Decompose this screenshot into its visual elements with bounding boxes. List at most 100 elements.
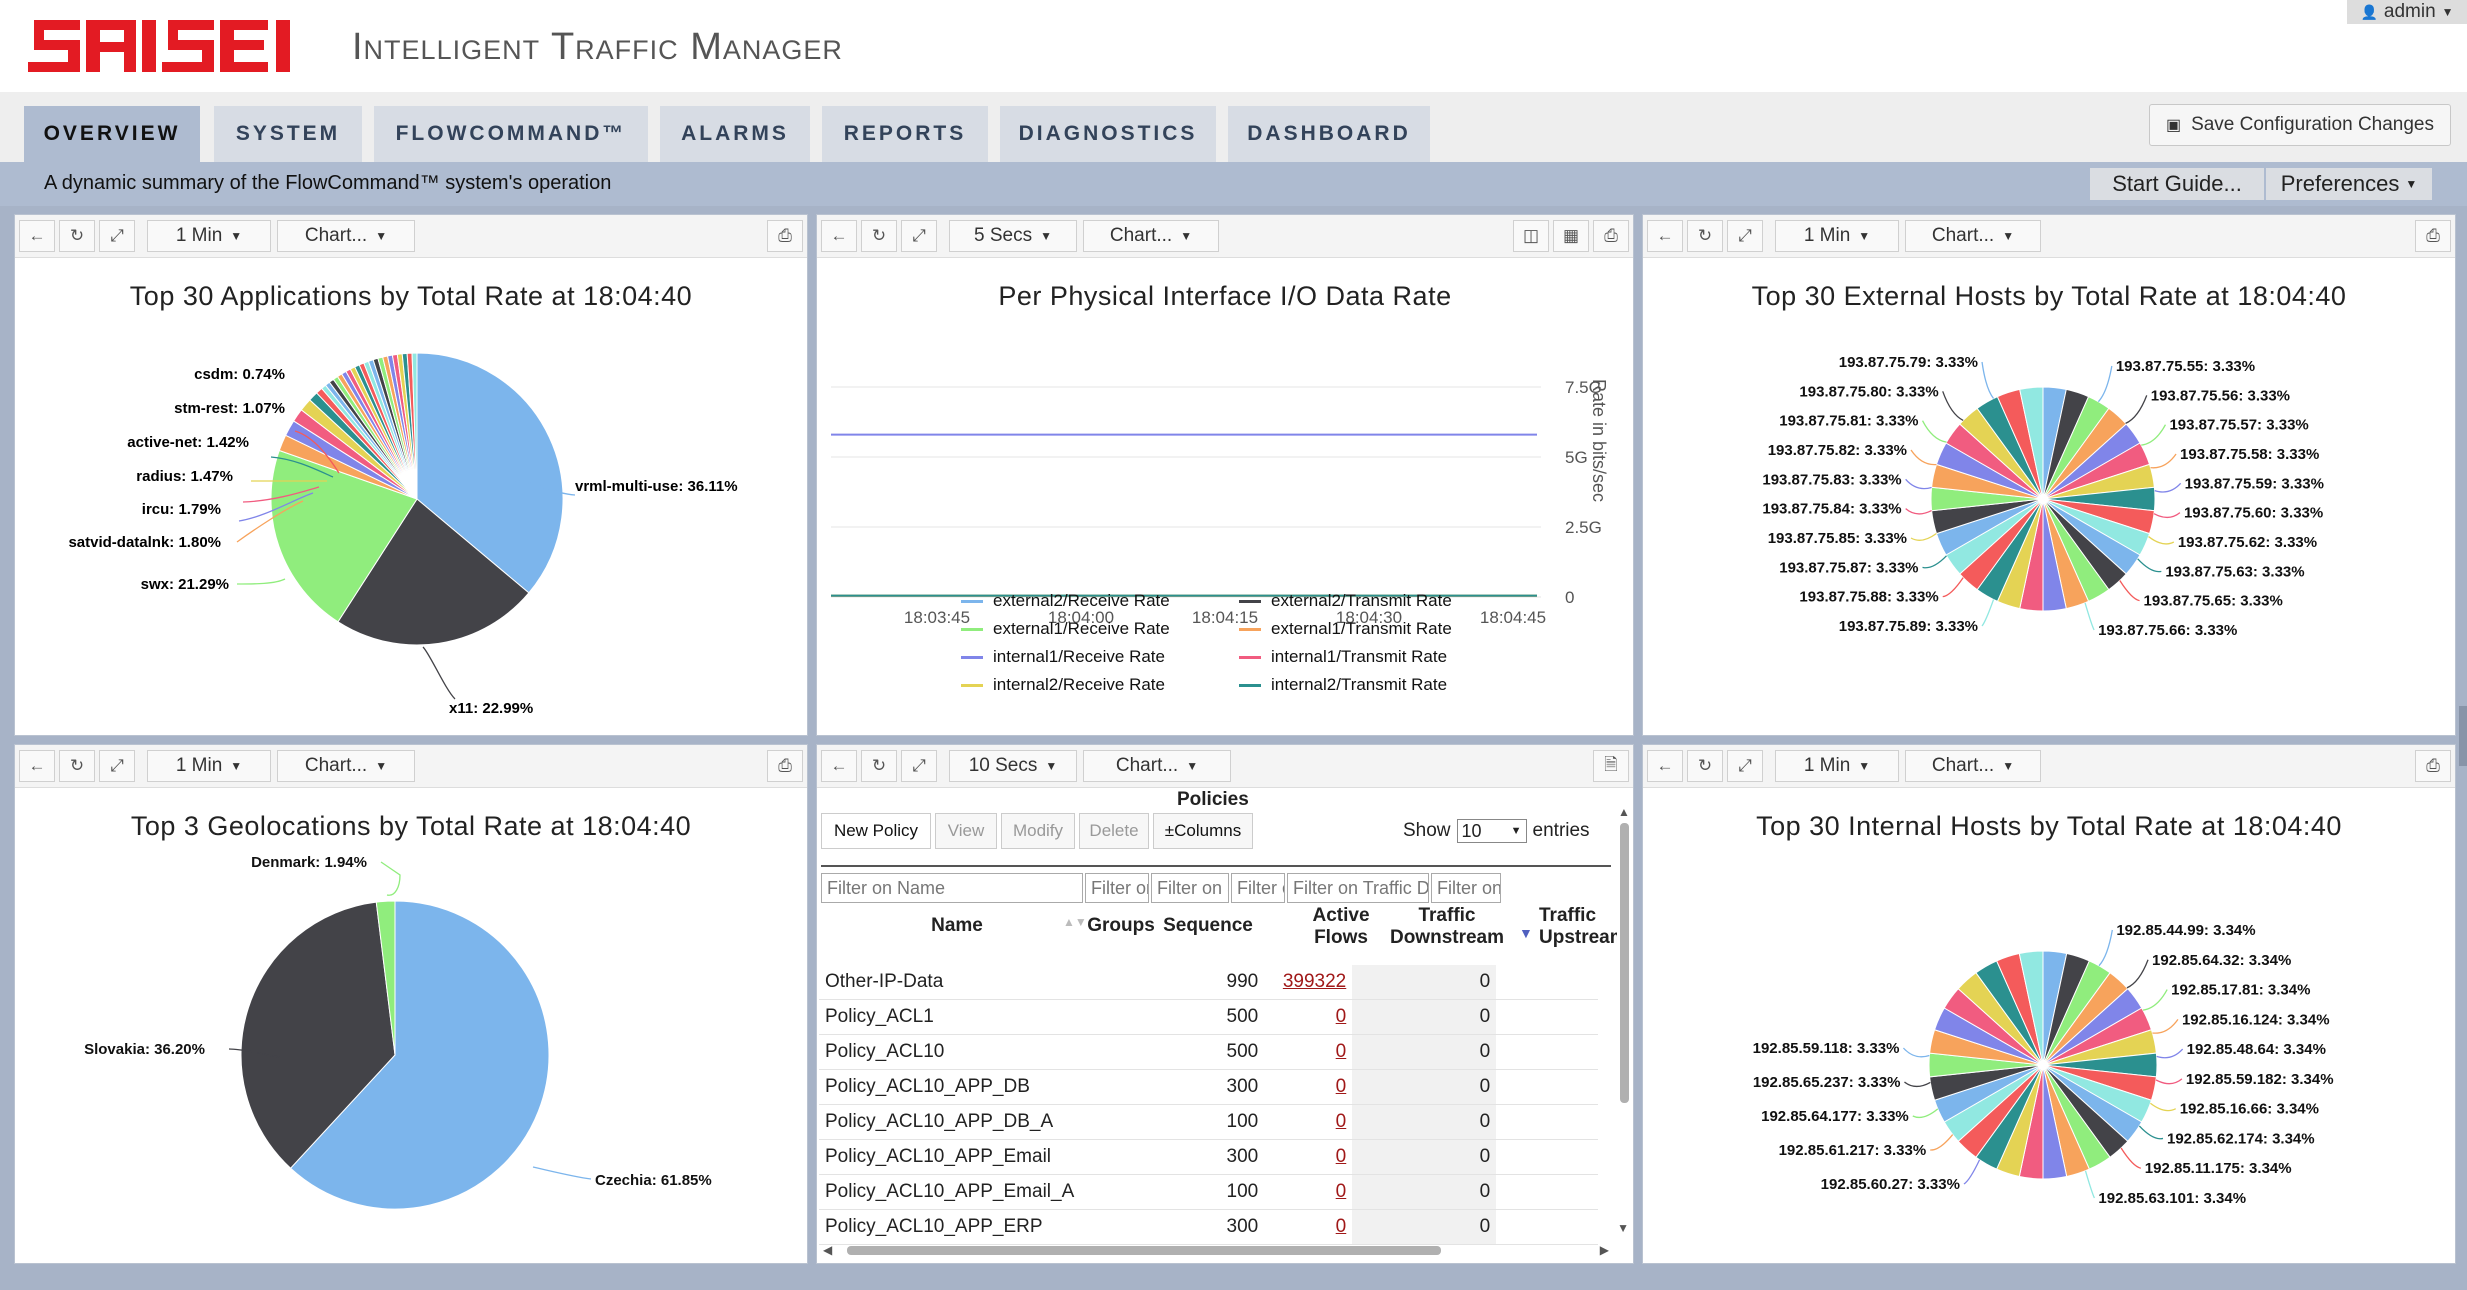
chart-type-dropdown[interactable]: Chart... ▼ xyxy=(1905,750,2041,782)
right-edge-handle[interactable] xyxy=(2459,706,2467,766)
table-row[interactable]: Policy_ACL10_APP_ERP 300 0 0 xyxy=(819,1209,1599,1245)
view-button[interactable]: View xyxy=(935,813,997,849)
policy-active-flows-cell[interactable]: 0 xyxy=(1264,1209,1353,1245)
chart-type-dropdown[interactable]: Chart... ▼ xyxy=(277,220,415,252)
column-header-traffic-downstream[interactable]: Traffic Downstream xyxy=(1387,905,1507,949)
expand-icon[interactable]: ⤢ xyxy=(901,220,937,252)
column-header-sequence[interactable]: Sequence xyxy=(1161,915,1255,937)
back-arrow-icon[interactable]: ← xyxy=(821,220,857,252)
expand-icon[interactable]: ⤢ xyxy=(99,220,135,252)
print-icon[interactable]: ⎙ xyxy=(2415,750,2451,782)
interval-dropdown[interactable]: 1 Min ▼ xyxy=(1775,750,1899,782)
new-policy-button[interactable]: New Policy xyxy=(821,813,931,849)
scroll-right-icon[interactable]: ▶ xyxy=(1600,1243,1609,1257)
expand-icon[interactable]: ⤢ xyxy=(1727,220,1763,252)
legend-item[interactable]: external2/Receive Rate xyxy=(961,591,1170,611)
policy-active-flows-cell-text[interactable]: 0 xyxy=(1336,1041,1347,1062)
tab-system[interactable]: SYSTEM xyxy=(214,106,362,162)
scroll-down-icon[interactable]: ▼ xyxy=(1617,1221,1629,1235)
scroll-thumb[interactable] xyxy=(1619,823,1629,1103)
tab-dashboard[interactable]: DASHBOARD xyxy=(1228,106,1430,162)
tab-diagnostics[interactable]: DIAGNOSTICS xyxy=(1000,106,1216,162)
tab-overview[interactable]: OVERVIEW xyxy=(24,106,200,162)
policy-active-flows-cell[interactable]: 399322 xyxy=(1264,965,1353,1000)
refresh-icon[interactable]: ↻ xyxy=(1687,220,1723,252)
print-icon[interactable]: ⎙ xyxy=(767,220,803,252)
legend-item[interactable]: external1/Receive Rate xyxy=(961,619,1170,639)
horizontal-scrollbar[interactable]: ◀ ▶ xyxy=(821,1243,1621,1257)
table-row[interactable]: Other-IP-Data 990 399322 0 xyxy=(819,965,1599,1000)
column-header-groups[interactable]: Groups xyxy=(1083,915,1159,937)
table-row[interactable]: Policy_ACL10_APP_Email 300 0 0 xyxy=(819,1139,1599,1175)
tab-reports[interactable]: REPORTS xyxy=(822,106,988,162)
columns-button[interactable]: ±Columns xyxy=(1153,813,1253,849)
chart-type-dropdown[interactable]: Chart... ▼ xyxy=(277,750,415,782)
interval-dropdown[interactable]: 1 Min ▼ xyxy=(147,750,271,782)
back-arrow-icon[interactable]: ← xyxy=(1647,750,1683,782)
table-row[interactable]: Policy_ACL10_APP_DB 300 0 0 xyxy=(819,1069,1599,1105)
user-menu[interactable]: 👤 admin ▼ xyxy=(2347,0,2467,24)
scroll-thumb-horizontal[interactable] xyxy=(847,1246,1441,1255)
scroll-up-icon[interactable]: ▲ xyxy=(1617,805,1631,819)
policy-active-flows-cell[interactable]: 0 xyxy=(1264,1174,1353,1210)
expand-icon[interactable]: ⤢ xyxy=(99,750,135,782)
refresh-icon[interactable]: ↻ xyxy=(861,220,897,252)
policy-active-flows-cell-text[interactable]: 0 xyxy=(1336,1181,1347,1202)
interval-dropdown[interactable]: 5 Secs ▼ xyxy=(949,220,1077,252)
document-icon[interactable]: 🗎 xyxy=(1593,750,1629,782)
filter-active-input[interactable]: Filter on Active xyxy=(1231,873,1285,903)
interval-dropdown[interactable]: 10 Secs ▼ xyxy=(949,750,1077,782)
save-configuration-button[interactable]: ▣ Save Configuration Changes xyxy=(2148,104,2451,146)
legend-item[interactable]: internal1/Receive Rate xyxy=(961,647,1165,667)
policy-active-flows-cell-text[interactable]: 399322 xyxy=(1283,971,1346,992)
legend-item[interactable]: internal2/Receive Rate xyxy=(961,675,1165,695)
print-icon[interactable]: ⎙ xyxy=(2415,220,2451,252)
filter-traffic-upstream-input[interactable]: Filter on Traffic xyxy=(1431,873,1501,903)
back-arrow-icon[interactable]: ← xyxy=(19,750,55,782)
policy-active-flows-cell[interactable]: 0 xyxy=(1264,999,1353,1035)
chart-type-dropdown[interactable]: Chart... ▼ xyxy=(1083,220,1219,252)
tab-flowcommand[interactable]: FLOWCOMMAND™ xyxy=(374,106,648,162)
columns-icon[interactable]: ◫ xyxy=(1513,220,1549,252)
chart-type-dropdown[interactable]: Chart... ▼ xyxy=(1905,220,2041,252)
policy-active-flows-cell-text[interactable]: 0 xyxy=(1336,1006,1347,1027)
refresh-icon[interactable]: ↻ xyxy=(861,750,897,782)
delete-button[interactable]: Delete xyxy=(1079,813,1149,849)
policy-active-flows-cell[interactable]: 0 xyxy=(1264,1104,1353,1140)
table-row[interactable]: Policy_ACL1 500 0 0 xyxy=(819,999,1599,1035)
policy-active-flows-cell[interactable]: 0 xyxy=(1264,1139,1353,1175)
policy-active-flows-cell[interactable]: 0 xyxy=(1264,1034,1353,1070)
chart-type-dropdown[interactable]: Chart... ▼ xyxy=(1083,750,1231,782)
column-header-active-flows[interactable]: Active Flows xyxy=(1303,905,1379,949)
start-guide-button[interactable]: Start Guide... xyxy=(2090,168,2264,200)
policy-active-flows-cell-text[interactable]: 0 xyxy=(1336,1216,1347,1237)
policy-active-flows-cell-text[interactable]: 0 xyxy=(1336,1111,1347,1132)
legend-item[interactable]: internal1/Transmit Rate xyxy=(1239,647,1447,667)
expand-icon[interactable]: ⤢ xyxy=(1727,750,1763,782)
print-icon[interactable]: ⎙ xyxy=(1593,220,1629,252)
refresh-icon[interactable]: ↻ xyxy=(59,220,95,252)
filter-sequence-input[interactable]: Filter on Seq xyxy=(1151,873,1229,903)
column-header-traffic-upstream[interactable]: Traffic Upstream xyxy=(1539,905,1617,949)
policy-active-flows-cell-text[interactable]: 0 xyxy=(1336,1076,1347,1097)
preferences-menu[interactable]: Preferences ▼ xyxy=(2266,168,2432,200)
legend-item[interactable]: external1/Transmit Rate xyxy=(1239,619,1452,639)
filter-name-input[interactable]: Filter on Name xyxy=(821,873,1083,903)
table-row[interactable]: Policy_ACL10_APP_Email_A 100 0 0 xyxy=(819,1174,1599,1210)
policy-active-flows-cell[interactable]: 0 xyxy=(1264,1069,1353,1105)
column-header-name[interactable]: Name xyxy=(917,915,997,937)
scroll-left-icon[interactable]: ◀ xyxy=(823,1243,832,1257)
table-row[interactable]: Policy_ACL10 500 0 0 xyxy=(819,1034,1599,1070)
refresh-icon[interactable]: ↻ xyxy=(1687,750,1723,782)
interval-dropdown[interactable]: 1 Min ▼ xyxy=(1775,220,1899,252)
table-icon[interactable]: ▦ xyxy=(1553,220,1589,252)
table-row[interactable]: Policy_ACL10_APP_DB_A 100 0 0 xyxy=(819,1104,1599,1140)
back-arrow-icon[interactable]: ← xyxy=(1647,220,1683,252)
print-icon[interactable]: ⎙ xyxy=(767,750,803,782)
back-arrow-icon[interactable]: ← xyxy=(821,750,857,782)
filter-groups-input[interactable]: Filter on Groups xyxy=(1085,873,1149,903)
refresh-icon[interactable]: ↻ xyxy=(59,750,95,782)
tab-alarms[interactable]: ALARMS xyxy=(660,106,810,162)
interval-dropdown[interactable]: 1 Min ▼ xyxy=(147,220,271,252)
modify-button[interactable]: Modify xyxy=(1001,813,1075,849)
